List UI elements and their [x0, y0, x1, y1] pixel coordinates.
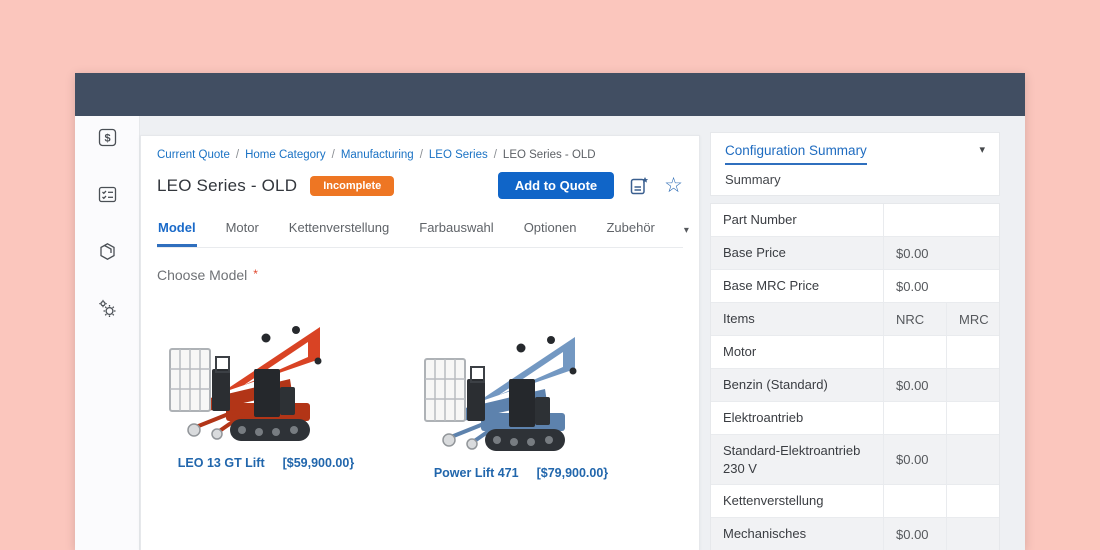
favorite-star-icon[interactable]: ☆	[664, 175, 683, 196]
page-title: LEO Series - OLD	[157, 175, 298, 195]
configuration-summary-tab[interactable]: Configuration Summary	[725, 143, 867, 165]
sidebar-item-settings[interactable]	[90, 293, 124, 327]
table-row: Base MRC Price $0.00	[711, 270, 999, 303]
breadcrumb-separator: /	[493, 149, 497, 161]
breadcrumb-link-manufacturing[interactable]: Manufacturing	[341, 149, 414, 161]
add-to-quote-button[interactable]: Add to Quote	[497, 172, 615, 199]
tab-farbauswahl[interactable]: Farbauswahl	[418, 214, 494, 247]
app-window: $ Current Quote / Home Category / Manufa…	[75, 73, 1025, 550]
sidebar-item-quote[interactable]: $	[90, 122, 124, 156]
summary-subtitle: Summary	[725, 172, 781, 187]
tab-motor[interactable]: Motor	[225, 214, 260, 247]
product-name[interactable]: Power Lift 471	[434, 466, 519, 480]
tab-model[interactable]: Model	[157, 214, 197, 247]
required-marker: *	[253, 267, 258, 281]
tab-zubehoer[interactable]: Zubehör	[605, 214, 655, 247]
breadcrumb-separator: /	[235, 149, 240, 161]
product-option-power-lift-471[interactable]: Power Lift 471 [$79,900.00}	[421, 329, 621, 480]
sidebar: $	[75, 116, 139, 550]
table-row: Mechanisches $0.00	[711, 518, 999, 550]
breadcrumb-separator: /	[419, 149, 423, 161]
products-package-icon	[97, 241, 118, 265]
product-configuration-card: Current Quote / Home Category / Manufacturin…	[140, 135, 700, 550]
product-price: [$79,900.00}	[536, 466, 609, 480]
product-price: [$59,900.00}	[282, 456, 355, 470]
table-row: Benzin (Standard) $0.00	[711, 369, 999, 402]
breadcrumb-link-home-category[interactable]: Home Category	[245, 149, 326, 161]
product-image-blue-lift[interactable]	[421, 329, 599, 457]
table-row: Kettenverstellung	[711, 485, 999, 519]
sidebar-item-summary-checklist[interactable]	[90, 179, 124, 213]
top-nav-bar	[75, 73, 1025, 116]
table-row: Base Price $0.00	[711, 237, 999, 270]
summary-collapse-caret-icon[interactable]: ▾	[979, 143, 985, 156]
sidebar-item-products[interactable]	[90, 236, 124, 270]
breadcrumb: Current Quote / Home Category / Manufacturin…	[157, 149, 683, 161]
breadcrumb-link-current-quote[interactable]: Current Quote	[157, 149, 230, 161]
copy-to-quote-icon[interactable]	[628, 175, 650, 197]
product-name[interactable]: LEO 13 GT Lift	[178, 456, 265, 470]
configuration-summary-table: Part Number Base Price $0.00 Base MRC Pr…	[710, 203, 1000, 550]
table-row: Part Number	[711, 204, 999, 237]
svg-text:$: $	[104, 133, 110, 145]
tab-optionen[interactable]: Optionen	[523, 214, 578, 247]
workspace: $ Current Quote / Home Category / Manufa…	[75, 116, 1025, 550]
tab-bar: Model Motor Kettenverstellung Farbauswah…	[157, 214, 689, 248]
table-header-row: Items NRC MRC	[711, 303, 999, 336]
breadcrumb-separator: /	[331, 149, 335, 161]
tab-kettenverstellung[interactable]: Kettenverstellung	[288, 214, 390, 247]
product-options: LEO 13 GT Lift [$59,900.00} Power Lift 4…	[166, 319, 683, 480]
table-row: Elektroantrieb	[711, 402, 999, 435]
tabs-overflow-caret-icon[interactable]: ▾	[684, 225, 689, 247]
quote-dollar-icon: $	[97, 127, 118, 151]
settings-gears-icon	[97, 298, 118, 322]
table-row: Motor	[711, 336, 999, 369]
product-image-red-lift[interactable]	[166, 319, 344, 447]
breadcrumb-link-leo-series[interactable]: LEO Series	[429, 149, 488, 161]
table-row: Standard-Elektroantrieb 230 V $0.00	[711, 435, 999, 486]
checklist-icon	[97, 184, 118, 208]
breadcrumb-current: LEO Series - OLD	[502, 149, 596, 161]
section-title: Choose Model *	[157, 267, 258, 283]
title-actions: Add to Quote ☆	[497, 172, 683, 199]
status-badge: Incomplete	[310, 175, 395, 196]
title-row: LEO Series - OLD Incomplete Add to Quote…	[157, 172, 683, 199]
configuration-summary-header: Configuration Summary ▾ Summary	[710, 132, 1000, 196]
product-option-leo-13-gt-lift[interactable]: LEO 13 GT Lift [$59,900.00}	[166, 319, 366, 480]
